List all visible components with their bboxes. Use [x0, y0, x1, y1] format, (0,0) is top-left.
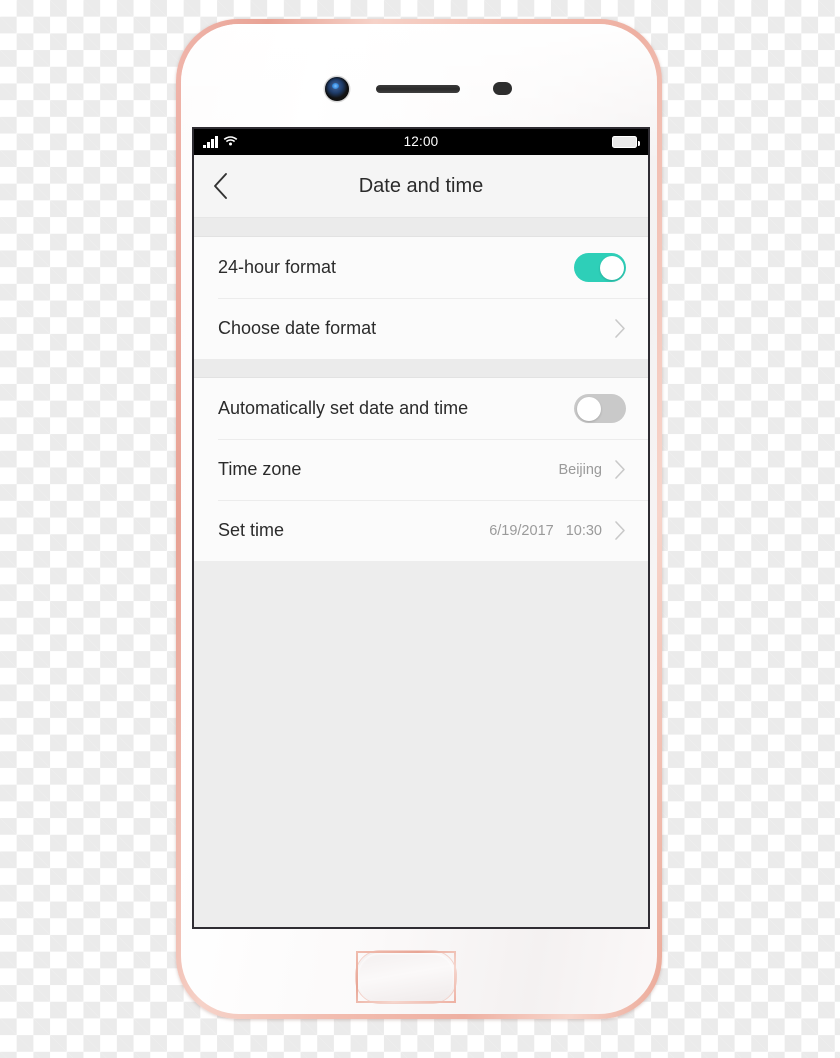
page-title: Date and time	[358, 175, 484, 197]
row-label: Set time	[218, 520, 285, 540]
settings-group-format: 24-hour format Choose date format	[194, 237, 648, 359]
chevron-right-icon	[614, 318, 626, 339]
row-label: 24-hour format	[218, 257, 337, 277]
status-bar-clock: 12:00	[403, 134, 439, 149]
front-camera-lens-glint	[332, 83, 339, 89]
row-value-time: 10:30	[565, 522, 602, 539]
section-separator-middle	[194, 359, 648, 378]
toggle-knob	[599, 255, 624, 280]
home-button[interactable]	[356, 951, 456, 1003]
status-bar: 12:00	[194, 129, 648, 155]
earpiece-speaker-icon	[376, 85, 460, 93]
toggle-24-hour-format[interactable]	[574, 253, 626, 282]
app-title-bar: Date and time	[194, 155, 648, 218]
row-value-date: 6/19/2017	[489, 522, 554, 539]
battery-full-icon	[612, 136, 640, 148]
row-set-time[interactable]: Set time 6/19/2017 10:30	[194, 500, 648, 561]
row-choose-date-format[interactable]: Choose date format	[194, 298, 648, 359]
proximity-sensor-icon	[493, 82, 512, 95]
row-value-time-zone: Beijing	[558, 461, 602, 478]
toggle-knob	[576, 396, 601, 421]
phone-screen: 12:00 Date and time 24-hour format Choos…	[192, 127, 650, 929]
front-camera-icon	[325, 77, 349, 101]
back-chevron-icon	[214, 173, 227, 199]
row-auto-set-date-time[interactable]: Automatically set date and time	[194, 378, 648, 439]
chevron-right-icon	[614, 459, 626, 480]
phone-device: 12:00 Date and time 24-hour format Choos…	[176, 19, 662, 1019]
row-24-hour-format[interactable]: 24-hour format	[194, 237, 648, 298]
empty-content-area	[194, 561, 648, 927]
row-label: Time zone	[218, 459, 302, 479]
row-label: Automatically set date and time	[218, 398, 469, 418]
chevron-right-icon	[614, 520, 626, 541]
section-separator-top	[194, 218, 648, 237]
row-time-zone[interactable]: Time zone Beijing	[194, 439, 648, 500]
row-label: Choose date format	[218, 318, 377, 338]
toggle-auto-set-date-time[interactable]	[574, 394, 626, 423]
back-button[interactable]	[212, 155, 256, 217]
settings-group-datetime: Automatically set date and time Time zon…	[194, 378, 648, 561]
